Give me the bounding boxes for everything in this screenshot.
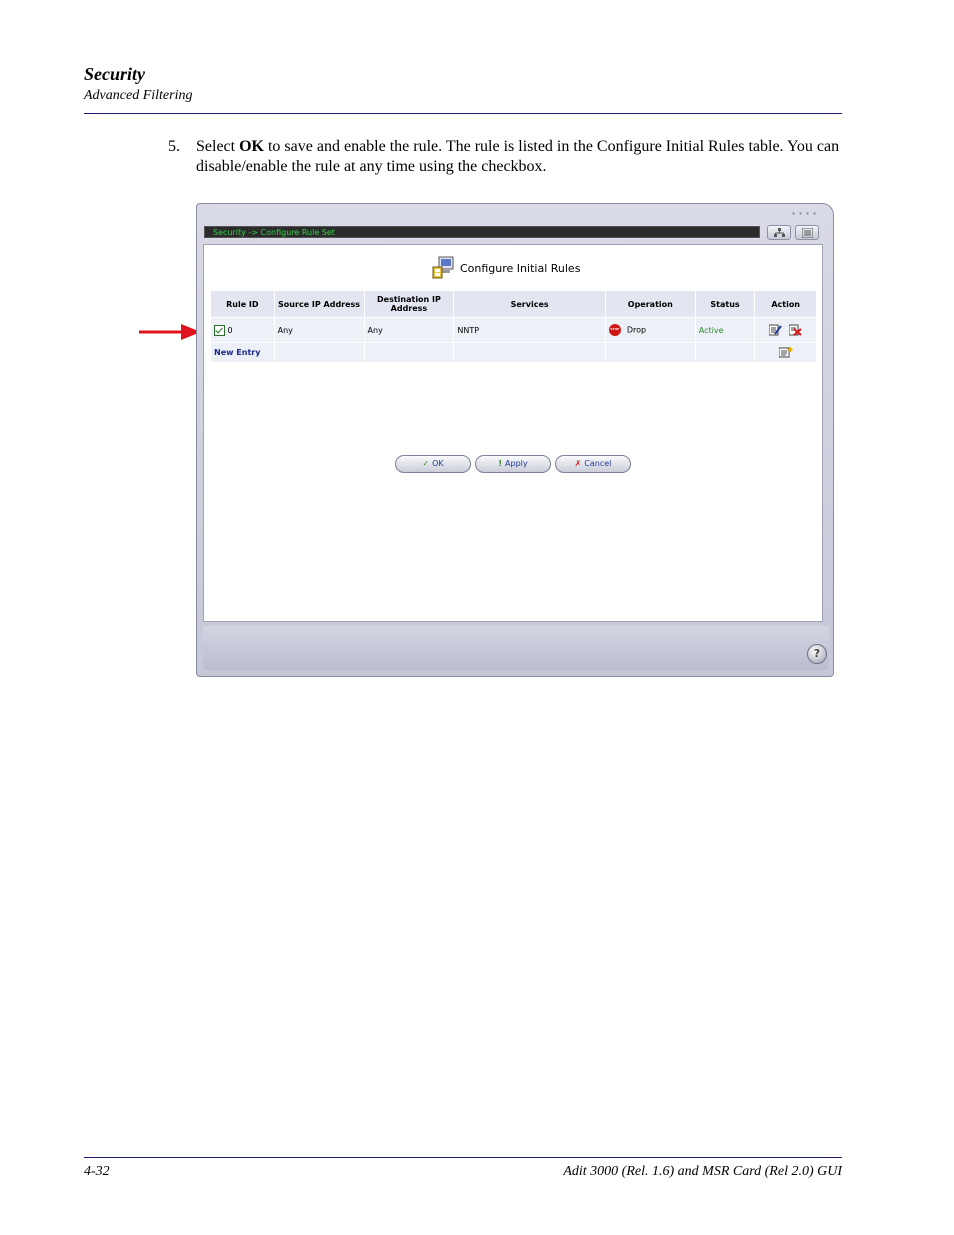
col-action: Action (754, 290, 817, 318)
x-icon: ✗ (574, 459, 582, 468)
col-operation: Operation (604, 290, 696, 318)
col-status: Status (694, 290, 756, 318)
rule-id-cell: 0 (210, 317, 275, 343)
ok-button-label: OK (432, 459, 444, 468)
operation-cell: Drop (604, 317, 696, 343)
new-action-cell (754, 342, 817, 363)
list-icon (802, 228, 813, 238)
step-text-after: to save and enable the rule. The rule is… (196, 138, 840, 175)
apply-button-label: Apply (505, 459, 528, 468)
source-ip-cell: Any (273, 317, 365, 343)
delete-icon[interactable] (788, 324, 802, 336)
action-cell (754, 317, 817, 343)
header-divider (84, 113, 842, 114)
col-services: Services (453, 290, 606, 318)
page-title-text: Configure Initial Rules (460, 261, 581, 275)
table-row: 0 Any Any NNTP Drop Active (210, 317, 817, 343)
rules-computer-icon (432, 256, 454, 279)
new-entry-link[interactable]: New Entry (214, 348, 260, 357)
button-bar: ✓ OK ! Apply ✗ Cancel (204, 455, 822, 473)
content-panel: Configure Initial Rules Rule ID Source I… (203, 244, 823, 622)
exclamation-icon: ! (498, 459, 503, 468)
red-arrow-icon (139, 324, 201, 340)
table-row-new: New Entry (210, 342, 817, 363)
rule-enable-checkbox[interactable] (214, 324, 225, 336)
window-grip-icon: ∙∙∙∙ (790, 209, 819, 218)
step-text-bold: OK (239, 138, 264, 155)
col-rule-id: Rule ID (210, 290, 275, 318)
add-entry-icon[interactable] (778, 347, 793, 358)
new-entry-cell: New Entry (210, 342, 275, 363)
app-window-screenshot: ∙∙∙∙ Security -> Configure Rule Set Conf… (196, 203, 834, 677)
step-number: 5. (168, 138, 180, 155)
document-title: Adit 3000 (Rel. 1.6) and MSR Card (Rel 2… (563, 1164, 842, 1179)
breadcrumb: Security -> Configure Rule Set (204, 226, 760, 238)
empty-cell (273, 342, 365, 363)
table-header-row: Rule ID Source IP Address Destination IP… (210, 290, 817, 318)
footer-divider (84, 1157, 842, 1158)
empty-cell (694, 342, 756, 363)
operation-value: Drop (626, 325, 647, 335)
edit-icon[interactable] (768, 324, 783, 336)
rules-table: Rule ID Source IP Address Destination IP… (210, 290, 817, 363)
window-bottom-bar (203, 626, 829, 670)
status-cell: Active (694, 317, 756, 343)
help-icon: ? (813, 647, 821, 660)
ok-button[interactable]: ✓ OK (395, 455, 471, 473)
empty-cell (363, 342, 455, 363)
col-source-ip: Source IP Address (273, 290, 365, 318)
dest-ip-cell: Any (363, 317, 455, 343)
apply-button[interactable]: ! Apply (475, 455, 551, 473)
cancel-button[interactable]: ✗ Cancel (555, 455, 631, 473)
services-cell: NNTP (453, 317, 606, 343)
empty-cell (453, 342, 606, 363)
section-title: Security (84, 64, 145, 84)
step-text: Select OK to save and enable the rule. T… (196, 137, 848, 177)
empty-cell (604, 342, 696, 363)
sitemap-button[interactable] (767, 225, 791, 240)
checkmark-icon: ✓ (422, 459, 430, 468)
stop-sign-icon (608, 324, 621, 336)
sitemap-icon (774, 228, 785, 237)
menu-list-button[interactable] (795, 225, 819, 240)
instruction-step: 5. Select OK to save and enable the rule… (168, 137, 848, 177)
page-title: Configure Initial Rules (432, 255, 580, 281)
page-number: 4-32 (84, 1164, 110, 1179)
section-subtitle: Advanced Filtering (84, 88, 193, 103)
rule-id-value: 0 (227, 325, 233, 335)
cancel-button-label: Cancel (584, 459, 612, 468)
help-button[interactable]: ? (807, 644, 827, 664)
step-text-before: Select (196, 138, 240, 155)
col-dest-ip: Destination IP Address (363, 290, 455, 318)
